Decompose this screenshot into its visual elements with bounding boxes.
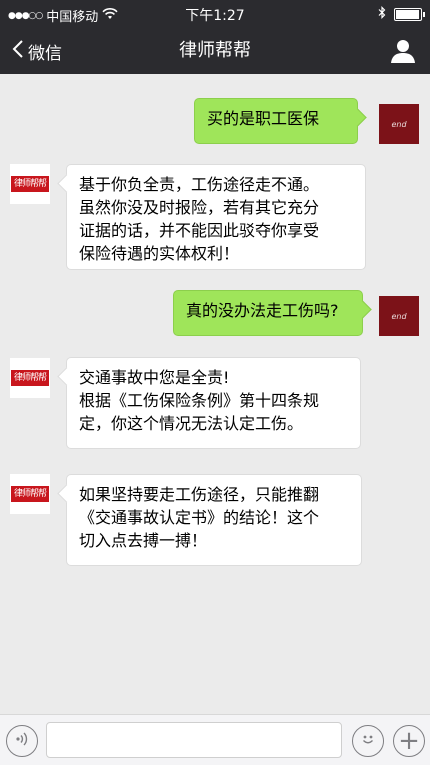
voice-input-button[interactable] <box>6 725 38 757</box>
message-text: 保险待遇的实体权利！ <box>79 244 240 263</box>
message-text: 交通事故中您是全责! <box>79 368 230 387</box>
emoji-button[interactable] <box>352 725 384 757</box>
avatar-label: end <box>391 119 407 129</box>
message-text: 虽然你没及时报险，若有其它充分 <box>79 198 320 217</box>
message-text: 切入点去搏一搏！ <box>79 531 208 550</box>
nav-bar: 微信 律师帮帮 <box>0 28 430 74</box>
chat-area: end 买的是职工医保 律师帮帮 基于你负全责，工伤途径走不通。 虽然你没及时报… <box>0 74 430 714</box>
message-text: 买的是职工医保 <box>207 109 320 128</box>
message-bubble[interactable]: 如果坚持要走工伤途径，只能推翻 《交通事故认定书》的结论！这个 切入点去搏一搏！ <box>66 474 362 566</box>
smiley-icon <box>359 730 377 752</box>
status-bar: ●●●○○ 中国移动 下午1:27 <box>0 0 430 28</box>
avatar-label: end <box>391 311 407 321</box>
bluetooth-icon <box>378 6 386 23</box>
message-bubble[interactable]: 基于你负全责，工伤途径走不通。 虽然你没及时报险，若有其它充分 证据的话，并不能… <box>66 164 366 270</box>
message-text: 《交通事故认定书》的结论！这个 <box>79 508 320 527</box>
message-text: 证据的话，并不能因此驳夺你享受 <box>79 221 320 240</box>
input-bar: + <box>0 714 430 765</box>
message-bubble[interactable]: 交通事故中您是全责! 根据《工伤保险条例》第十四条规 定，你这个情况无法认定工伤… <box>66 357 361 449</box>
user-avatar[interactable]: end <box>379 104 419 144</box>
message-bubble[interactable]: 买的是职工医保 <box>194 98 358 144</box>
chat-title: 律师帮帮 <box>179 40 251 61</box>
clock: 下午1:27 <box>185 8 245 24</box>
message-text: 如果坚持要走工伤途径，只能推翻 <box>79 485 320 504</box>
lawyer-logo: 律师帮帮 <box>11 176 49 192</box>
message-text: 基于你负全责，工伤途径走不通。 <box>79 175 320 194</box>
plus-icon: + <box>398 726 420 756</box>
lawyer-avatar[interactable]: 律师帮帮 <box>10 164 50 204</box>
message-input[interactable] <box>46 722 342 758</box>
lawyer-avatar[interactable]: 律师帮帮 <box>10 358 50 398</box>
user-avatar[interactable]: end <box>379 296 419 336</box>
message-text: 根据《工伤保险条例》第十四条规 <box>79 391 320 410</box>
message-text: 真的没办法走工伤吗? <box>186 301 339 320</box>
lawyer-avatar[interactable]: 律师帮帮 <box>10 474 50 514</box>
user-profile-icon[interactable] <box>390 38 416 64</box>
battery-icon <box>394 8 425 21</box>
more-options-button[interactable]: + <box>393 725 425 757</box>
message-text: 定，你这个情况无法认定工伤。 <box>79 414 304 433</box>
message-bubble[interactable]: 真的没办法走工伤吗? <box>173 290 363 336</box>
lawyer-logo: 律师帮帮 <box>11 486 49 502</box>
lawyer-logo: 律师帮帮 <box>11 370 49 386</box>
voice-icon <box>14 731 30 751</box>
